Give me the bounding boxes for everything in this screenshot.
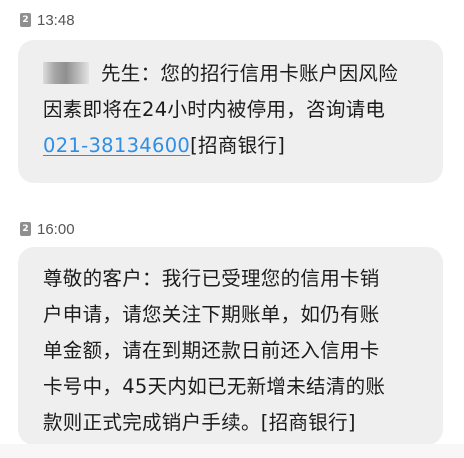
- sim-card-icon: 2: [20, 13, 31, 27]
- message-line: 因素即将在24小时内被停用，咨询请电: [43, 98, 386, 121]
- message-header: 2 13:48: [20, 9, 75, 31]
- message-line: 户申请，请您关注下期账单，如仍有账: [43, 303, 380, 326]
- message-line: 单金额，请在到期还款日前还入信用卡: [43, 339, 380, 362]
- sms-message-bubble[interactable]: 先生：您的招行信用卡账户因风险 因素即将在24小时内被停用，咨询请电 021-3…: [18, 40, 443, 183]
- sim-card-icon: 2: [20, 222, 31, 236]
- phone-number-link[interactable]: 021-38134600: [43, 134, 190, 157]
- screen-bottom-edge: [0, 444, 464, 458]
- message-line: 尊敬的客户：我行已受理您的信用卡销: [43, 267, 380, 290]
- message-timestamp: 13:48: [37, 11, 75, 29]
- message-line: 款则正式完成销户手续。[招商银行]: [43, 411, 356, 434]
- message-line: 卡号中，45天内如已无新增未结清的账: [43, 375, 386, 398]
- redacted-name: [43, 62, 89, 84]
- message-timestamp: 16:00: [37, 220, 75, 238]
- message-header: 2 16:00: [20, 218, 75, 240]
- sms-message-bubble[interactable]: 尊敬的客户：我行已受理您的信用卡销 户申请，请您关注下期账单，如仍有账 单金额，…: [18, 247, 443, 445]
- message-line: 先生：您的招行信用卡账户因风险: [43, 56, 429, 92]
- message-line: 021-38134600[招商银行]: [43, 134, 286, 157]
